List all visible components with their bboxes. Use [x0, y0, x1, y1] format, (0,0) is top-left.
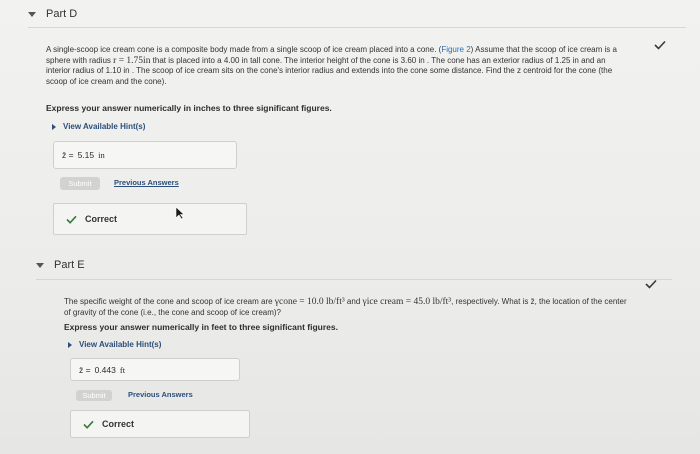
part-e-problem: The specific weight of the cone and scoo… [64, 297, 627, 317]
hints-label: View Available Hint(s) [79, 340, 162, 349]
answer-unit: in [98, 150, 105, 160]
mouse-cursor-icon [175, 206, 185, 220]
part-d-problem: A single-scoop ice cream cone is a compo… [46, 45, 617, 86]
answer-unit: ft [119, 364, 126, 375]
correct-check-icon [66, 215, 77, 224]
part-e-instruction: Express your answer numerically in feet … [64, 322, 338, 332]
part-d-header[interactable]: Part D [28, 8, 77, 20]
part-d-correct-feedback: Correct [53, 203, 247, 235]
collapse-caret-icon[interactable] [28, 11, 36, 17]
part-e-title: Part E [54, 259, 85, 271]
part-e-previous-answers-link[interactable]: Previous Answers [128, 390, 193, 399]
expand-arrow-icon [68, 341, 72, 348]
part-d-submit-button[interactable]: Submit [60, 177, 100, 190]
divider [36, 279, 672, 280]
gamma-cone-expression: γcone = 10.0 lb/ft³ [274, 297, 345, 307]
gamma-ice-cream-expression: γice cream = 45.0 lb/ft³ [362, 297, 452, 307]
answer-value: 5.15 [77, 150, 95, 160]
page: Part D A single-scoop ice cream cone is … [0, 0, 700, 454]
hints-label: View Available Hint(s) [63, 122, 146, 131]
answer-variable: z̄ = [79, 364, 91, 375]
part-d-previous-answers-link[interactable]: Previous Answers [114, 178, 179, 187]
checkmark-icon [645, 279, 657, 289]
correct-check-icon [83, 420, 94, 429]
part-d-answer-field[interactable]: z̄ = 5.15 in [53, 141, 237, 169]
part-d-hints-toggle[interactable]: View Available Hint(s) [52, 122, 145, 131]
part-e-hints-toggle[interactable]: View Available Hint(s) [68, 340, 161, 349]
part-e-header[interactable]: Part E [36, 259, 85, 271]
part-d-instruction: Express your answer numerically in inche… [46, 103, 332, 113]
answer-variable: z̄ = [62, 150, 74, 160]
collapse-caret-icon[interactable] [36, 262, 44, 268]
part-e-correct-feedback: Correct [70, 410, 250, 438]
figure-link[interactable]: Figure 2 [441, 45, 470, 54]
answer-value: 0.443 [94, 364, 116, 375]
radius-expression: r = 1.75in [113, 55, 151, 66]
divider [28, 27, 686, 28]
part-e-answer-field[interactable]: z̄ = 0.443 ft [70, 358, 240, 381]
correct-label: Correct [85, 214, 118, 224]
part-e-submit-button[interactable]: Submit [76, 390, 112, 401]
expand-arrow-icon [52, 123, 56, 130]
part-d-title: Part D [46, 8, 78, 20]
correct-label: Correct [102, 419, 135, 429]
